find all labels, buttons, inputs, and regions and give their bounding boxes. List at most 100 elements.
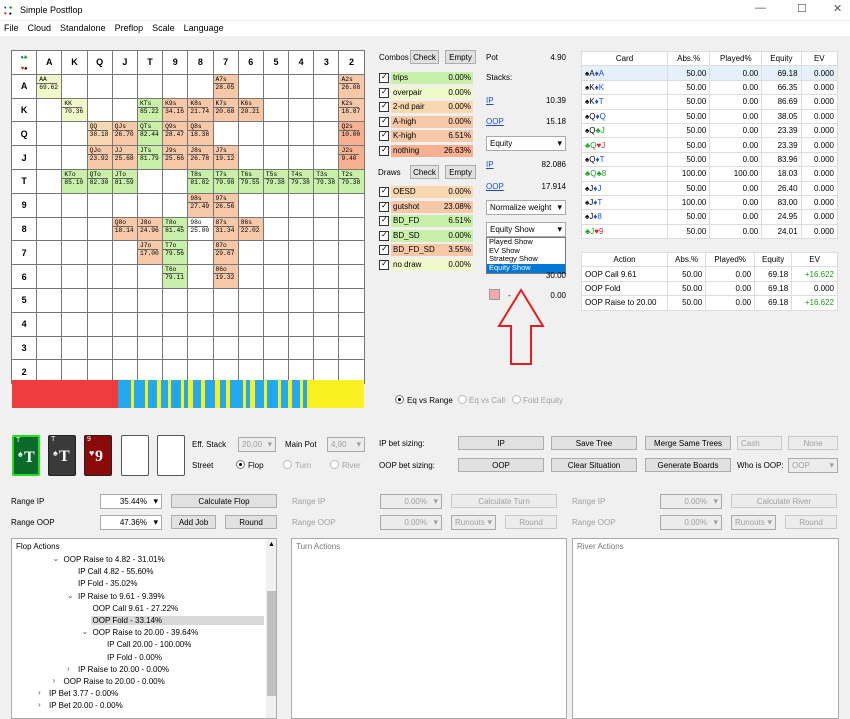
- grid-cell[interactable]: [212, 335, 239, 361]
- grid-cell[interactable]: [61, 121, 88, 147]
- grid-cell[interactable]: [313, 192, 340, 218]
- expand-open-icon[interactable]: ⌄: [82, 627, 89, 636]
- action-table-header[interactable]: Played%: [705, 251, 756, 268]
- grid-cell[interactable]: [187, 73, 214, 99]
- grid-cell[interactable]: [237, 311, 264, 337]
- grid-cell[interactable]: [61, 240, 88, 266]
- grid-cell[interactable]: [162, 192, 189, 218]
- grid-cell[interactable]: [288, 97, 315, 123]
- grid-cell[interactable]: J8s 26.78: [187, 145, 214, 170]
- grid-cell[interactable]: [237, 240, 264, 266]
- grid-cell[interactable]: J8o 24.96: [136, 216, 164, 242]
- grid-cell[interactable]: [338, 216, 365, 242]
- tree-node[interactable]: IP Fold - 0.00%: [107, 653, 162, 662]
- grid-cell[interactable]: [111, 240, 138, 266]
- turn-runouts-select[interactable]: Runouts: [451, 515, 496, 530]
- combos-checkbox[interactable]: [379, 145, 389, 156]
- grid-cell[interactable]: [111, 73, 138, 99]
- grid-cell[interactable]: [212, 311, 239, 337]
- table-row[interactable]: ♠J♦8 50.00 0.00 24.95 0.000: [581, 209, 839, 225]
- table-row[interactable]: OOP Raise to 20.00 50.00 0.00 69.18 +16.622: [581, 295, 838, 311]
- table-row[interactable]: ♠Q♦Q 50.00 0.00 38.05 0.000: [581, 108, 839, 124]
- menu-item-language[interactable]: Language: [184, 21, 224, 36]
- tree-node[interactable]: OOP Call 9.61 - 27.22%: [93, 604, 179, 613]
- grid-cell[interactable]: [61, 335, 88, 361]
- grid-cell[interactable]: QJo 23.92: [86, 145, 113, 170]
- grid-cell[interactable]: [262, 240, 290, 266]
- normalize-select[interactable]: Normalize weight: [486, 200, 566, 215]
- menu-item-scale[interactable]: Scale: [152, 21, 175, 36]
- action-table-header[interactable]: EV: [791, 251, 838, 268]
- tree-node[interactable]: OOP Fold - 33.14%: [90, 616, 264, 625]
- grid-cell[interactable]: [136, 73, 164, 99]
- maximize-icon[interactable]: ☐: [797, 2, 807, 15]
- draws-checkbox[interactable]: [379, 259, 389, 270]
- grid-cell[interactable]: [237, 287, 264, 313]
- draws-check-button[interactable]: Check: [410, 165, 439, 179]
- river-range-oop-select[interactable]: 0.00%: [660, 515, 722, 530]
- table-row[interactable]: ♣Q♣8 100.00 100.00 18.03 0.000: [581, 166, 839, 182]
- grid-cell[interactable]: [187, 335, 214, 361]
- table-row[interactable]: ♣J♥9 50.00 0.00 24.01 0.000: [581, 223, 839, 240]
- grid-cell[interactable]: Q8o 18.14: [111, 216, 138, 242]
- tree-node[interactable]: IP Raise to 20.00 - 0.00%: [78, 665, 169, 674]
- grid-cell[interactable]: [262, 311, 290, 337]
- river-round-button[interactable]: Round: [785, 515, 837, 529]
- draws-checkbox[interactable]: [379, 230, 389, 241]
- grid-cell[interactable]: [187, 311, 214, 337]
- grid-cell[interactable]: [262, 73, 290, 99]
- draws-checkbox[interactable]: [379, 215, 389, 226]
- menu-item-file[interactable]: File: [4, 21, 19, 36]
- grid-cell[interactable]: [136, 264, 164, 289]
- none-button[interactable]: None: [788, 436, 838, 450]
- grid-cell[interactable]: [237, 121, 264, 147]
- grid-cell[interactable]: [86, 97, 113, 123]
- grid-cell[interactable]: [237, 73, 264, 99]
- grid-cell[interactable]: [36, 311, 63, 337]
- grid-cell[interactable]: [288, 287, 315, 313]
- grid-cell[interactable]: [212, 121, 239, 147]
- combos-checkbox[interactable]: [379, 72, 389, 83]
- round-button[interactable]: Round: [225, 515, 277, 529]
- combos-check-button[interactable]: Check: [410, 50, 439, 64]
- grid-cell[interactable]: [313, 73, 340, 99]
- grid-cell[interactable]: [61, 73, 88, 99]
- table-row[interactable]: OOP Call 9.61 50.00 0.00 69.18 +16.622: [581, 266, 838, 282]
- grid-cell[interactable]: [86, 192, 113, 218]
- grid-cell[interactable]: J7s 19.12: [212, 145, 239, 170]
- grid-cell[interactable]: [288, 121, 315, 147]
- grid-cell[interactable]: 86o 19.32: [212, 264, 239, 289]
- expand-closed-icon[interactable]: ›: [38, 700, 41, 709]
- grid-cell[interactable]: 98o 25.00: [187, 216, 214, 242]
- grid-cell[interactable]: [111, 192, 138, 218]
- table-row[interactable]: ♠K♦K 50.00 0.00 66.35 0.000: [581, 79, 839, 96]
- grid-cell[interactable]: QJs 26.70: [111, 121, 138, 147]
- grid-cell[interactable]: KTo 85.10: [61, 168, 88, 194]
- grid-cell[interactable]: [262, 287, 290, 313]
- grid-cell[interactable]: [61, 216, 88, 242]
- table-row[interactable]: ♣Q♥J 50.00 0.00 23.39 0.000: [581, 137, 839, 153]
- grid-cell[interactable]: [86, 240, 113, 266]
- grid-cell[interactable]: [288, 73, 315, 99]
- grid-cell[interactable]: [61, 192, 88, 218]
- grid-cell[interactable]: [288, 216, 315, 242]
- grid-cell[interactable]: [313, 311, 340, 337]
- ip-bet-sizing-dropdown[interactable]: IP: [458, 436, 544, 450]
- show-select[interactable]: Equity Show: [486, 222, 566, 237]
- grid-cell[interactable]: T2s 79.38: [338, 168, 365, 194]
- river-runouts-select[interactable]: Runouts: [731, 515, 776, 530]
- tree-node[interactable]: IP Fold - 35.02%: [78, 579, 137, 588]
- grid-cell[interactable]: [338, 335, 365, 361]
- river-radio[interactable]: [330, 460, 339, 469]
- grid-cell[interactable]: K6s 20.21: [237, 97, 264, 123]
- calculate-flop-button[interactable]: Calculate Flop: [171, 494, 277, 508]
- card-table-header[interactable]: Equity: [761, 50, 802, 67]
- grid-cell[interactable]: [262, 264, 290, 289]
- main-pot-input[interactable]: 4,90: [327, 437, 365, 452]
- grid-cell[interactable]: [313, 287, 340, 313]
- empty-card-slot[interactable]: [121, 435, 149, 476]
- grid-cell[interactable]: [136, 287, 164, 313]
- combos-checkbox[interactable]: [379, 101, 389, 112]
- grid-cell[interactable]: [36, 121, 63, 147]
- grid-cell[interactable]: 86s 22.02: [237, 216, 264, 242]
